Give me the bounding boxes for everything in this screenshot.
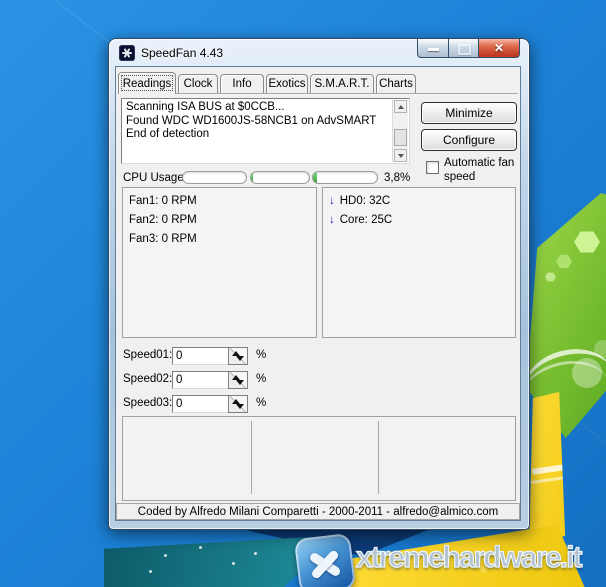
speed01-input[interactable]: [172, 347, 229, 365]
temperature-item: ↓ HD0: 32C: [329, 192, 509, 211]
automatic-fan-speed-label: Automatic fan speed: [444, 156, 520, 184]
speed02-unit: %: [256, 373, 266, 385]
window-close-button[interactable]: ✕: [478, 39, 520, 58]
tab-readings[interactable]: Readings: [118, 72, 176, 94]
speed01-label: Speed01:: [123, 349, 172, 361]
panel-divider: [378, 421, 379, 494]
scrollbar-thumb[interactable]: [394, 129, 407, 146]
temperature-list[interactable]: ↓ HD0: 32C ↓ Core: 25C: [322, 187, 516, 338]
speed02-label: Speed02:: [123, 373, 172, 385]
spin-down-icon[interactable]: [236, 404, 244, 409]
maximize-icon: [458, 44, 471, 55]
speed01-unit: %: [256, 349, 266, 361]
speedfan-fan-icon: [119, 45, 135, 61]
xtremehardware-logo-icon: [294, 533, 356, 587]
bottom-panel: [122, 416, 516, 501]
bubble-shape: [572, 358, 602, 388]
cpu-usage-label: CPU Usage: [123, 172, 184, 184]
speed02-input[interactable]: [172, 371, 229, 389]
spin-down-icon[interactable]: [236, 380, 244, 385]
log-line: End of detection: [126, 128, 389, 142]
scroll-up-icon[interactable]: [394, 100, 407, 113]
tab-exotics[interactable]: Exotics: [266, 74, 308, 93]
speed03-unit: %: [256, 397, 266, 409]
client-area: Readings Clock Info Exotics S.M.A.R.T. C…: [115, 66, 521, 521]
cpu-usage-value: 3,8%: [384, 172, 410, 184]
fan-readings-list[interactable]: Fan1: 0 RPM Fan2: 0 RPM Fan3: 0 RPM: [122, 187, 317, 338]
spin-down-icon[interactable]: [236, 356, 244, 361]
tab-info[interactable]: Info: [220, 74, 264, 93]
desktop: xtremehardware.it SpeedFan 4.43 ✕ Readin…: [0, 0, 606, 587]
panel-divider: [251, 421, 252, 494]
cpu-usage-bar-1: [182, 171, 247, 184]
speedfan-window: SpeedFan 4.43 ✕ Readings Clock Info Exot…: [108, 38, 530, 530]
log-line: Scanning ISA BUS at $0CCB...: [126, 101, 389, 115]
speed01-spinner[interactable]: [228, 347, 248, 365]
speed03-input[interactable]: [172, 395, 229, 413]
fan-reading-item: Fan1: 0 RPM: [129, 192, 310, 211]
cpu-usage-bar-3: [312, 171, 378, 184]
speed03-label: Speed03:: [123, 397, 172, 409]
automatic-fan-speed-checkbox[interactable]: [426, 161, 439, 174]
configure-button[interactable]: Configure: [421, 129, 517, 151]
temperature-item: ↓ Core: 25C: [329, 211, 509, 230]
window-minimize-button[interactable]: [417, 39, 449, 58]
detection-log[interactable]: Scanning ISA BUS at $0CCB... Found WDC W…: [121, 98, 410, 164]
bubble-shape: [594, 340, 606, 358]
tab-strip: Readings Clock Info Exotics S.M.A.R.T. C…: [118, 71, 518, 94]
temperature-label: HD0: 32C: [340, 195, 391, 207]
speed03-spinner[interactable]: [228, 395, 248, 413]
temp-down-icon: ↓: [329, 214, 335, 226]
speed02-spinner[interactable]: [228, 371, 248, 389]
status-text: Coded by Alfredo Milani Comparetti - 200…: [138, 506, 498, 518]
close-icon: ✕: [479, 39, 519, 57]
temp-down-icon: ↓: [329, 195, 335, 207]
window-maximize-button[interactable]: [449, 39, 478, 58]
window-title: SpeedFan 4.43: [141, 46, 223, 60]
log-scrollbar[interactable]: [392, 100, 408, 162]
fan-reading-item: Fan3: 0 RPM: [129, 230, 310, 249]
caption-buttons: ✕: [417, 39, 520, 58]
status-bar: Coded by Alfredo Milani Comparetti - 200…: [116, 503, 520, 520]
cpu-usage-bar-2: [250, 171, 310, 184]
scroll-down-icon[interactable]: [394, 149, 407, 162]
tab-clock[interactable]: Clock: [178, 74, 218, 93]
tab-charts[interactable]: Charts: [376, 74, 416, 93]
fan-reading-item: Fan2: 0 RPM: [129, 211, 310, 230]
tab-smart[interactable]: S.M.A.R.T.: [310, 74, 374, 93]
temperature-label: Core: 25C: [340, 214, 392, 226]
minimize-icon: [428, 48, 439, 51]
minimize-button[interactable]: Minimize: [421, 102, 517, 124]
watermark-text: xtremehardware.it: [356, 541, 580, 575]
log-line: Found WDC WD1600JS-58NCB1 on AdvSMART: [126, 115, 389, 129]
